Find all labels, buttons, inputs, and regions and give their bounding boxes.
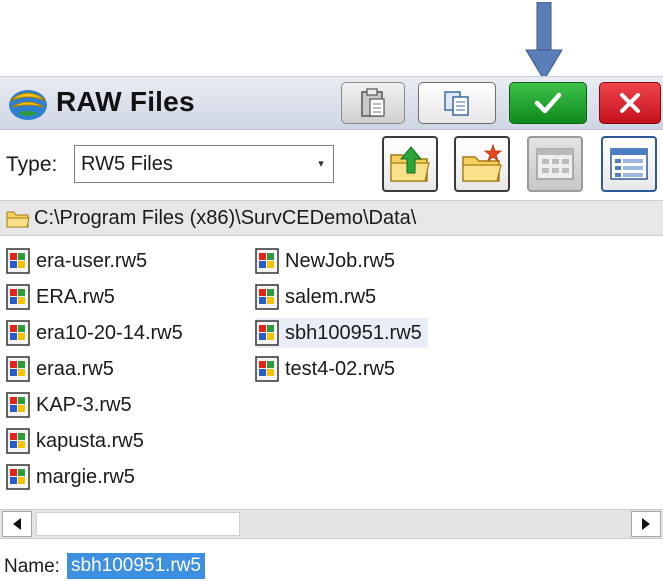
file-icon [255, 284, 279, 310]
file-name-input[interactable]: sbh100951.rw5 [67, 553, 205, 579]
grid-view-icon [536, 148, 574, 180]
file-name: salem.rw5 [285, 285, 377, 308]
file-item[interactable]: eraa.rw5 [6, 354, 114, 384]
file-list[interactable]: era-user.rw5 ERA.rw5 era10-20-14.rw5 era… [6, 246, 657, 494]
paste-button[interactable] [341, 82, 405, 124]
file-icon [6, 284, 30, 310]
file-name: NewJob.rw5 [285, 249, 396, 272]
file-item[interactable]: test4-02.rw5 [255, 354, 395, 384]
current-path: C:\Program Files (x86)\SurvCEDemo\Data\ [34, 207, 417, 229]
chevron-down-icon: ▾ [318, 157, 324, 170]
title-bar: RAW Files [0, 76, 663, 130]
clipboard-icon [361, 88, 385, 117]
app-logo-icon [9, 90, 47, 120]
folder-up-icon [390, 146, 430, 182]
new-folder-button[interactable] [454, 136, 510, 192]
file-icon [6, 248, 30, 274]
file-name: margie.rw5 [36, 465, 135, 488]
file-item[interactable]: margie.rw5 [6, 462, 135, 492]
file-name: era-user.rw5 [36, 249, 148, 272]
file-icon [255, 320, 279, 346]
file-icon [6, 464, 30, 490]
file-item[interactable]: ERA.rw5 [6, 282, 115, 312]
new-folder-icon [462, 143, 503, 182]
scroll-right-button[interactable] [631, 511, 661, 537]
grid-view-button[interactable] [527, 136, 583, 192]
file-icon [6, 392, 30, 418]
current-path-bar: C:\Program Files (x86)\SurvCEDemo\Data\ [0, 200, 663, 236]
file-name: sbh100951.rw5 [285, 321, 422, 344]
file-item[interactable]: era10-20-14.rw5 [6, 318, 183, 348]
file-item[interactable]: salem.rw5 [255, 282, 376, 312]
file-item[interactable]: NewJob.rw5 [255, 246, 395, 276]
ok-button[interactable] [509, 82, 587, 124]
folder-up-button[interactable] [382, 136, 438, 192]
folder-icon [6, 211, 30, 228]
list-view-icon [610, 148, 648, 180]
type-dropdown-value: RW5 Files [81, 153, 173, 175]
file-icon [6, 320, 30, 346]
file-item[interactable]: kapusta.rw5 [6, 426, 144, 456]
scroll-left-button[interactable] [2, 511, 32, 537]
close-icon [620, 93, 640, 113]
copy-icon [444, 91, 469, 116]
arrow-left-icon [13, 518, 21, 530]
file-item[interactable]: KAP-3.rw5 [6, 390, 132, 420]
checkmark-icon [534, 92, 562, 114]
window-title: RAW Files [56, 86, 195, 117]
type-label: Type: [6, 153, 58, 176]
file-icon [6, 356, 30, 382]
file-name: ERA.rw5 [36, 285, 115, 308]
scrollbar-thumb[interactable] [36, 512, 240, 536]
list-view-button[interactable] [601, 136, 657, 192]
file-name: KAP-3.rw5 [36, 393, 132, 416]
file-name: test4-02.rw5 [285, 357, 396, 380]
file-name: era10-20-14.rw5 [36, 321, 183, 344]
copy-button[interactable] [418, 82, 496, 124]
name-label: Name: [4, 556, 60, 577]
file-name: eraa.rw5 [36, 357, 114, 380]
arrow-right-icon [642, 518, 650, 530]
file-icon [6, 428, 30, 454]
file-name: kapusta.rw5 [36, 429, 144, 452]
file-item-selected[interactable]: sbh100951.rw5 [255, 318, 428, 348]
horizontal-scrollbar[interactable] [0, 509, 663, 539]
file-icon [255, 356, 279, 382]
type-dropdown[interactable]: RW5 Files ▾ [74, 145, 334, 183]
file-item[interactable]: era-user.rw5 [6, 246, 147, 276]
close-button[interactable] [599, 82, 661, 124]
annotation-arrow [525, 2, 563, 81]
file-icon [255, 248, 279, 274]
